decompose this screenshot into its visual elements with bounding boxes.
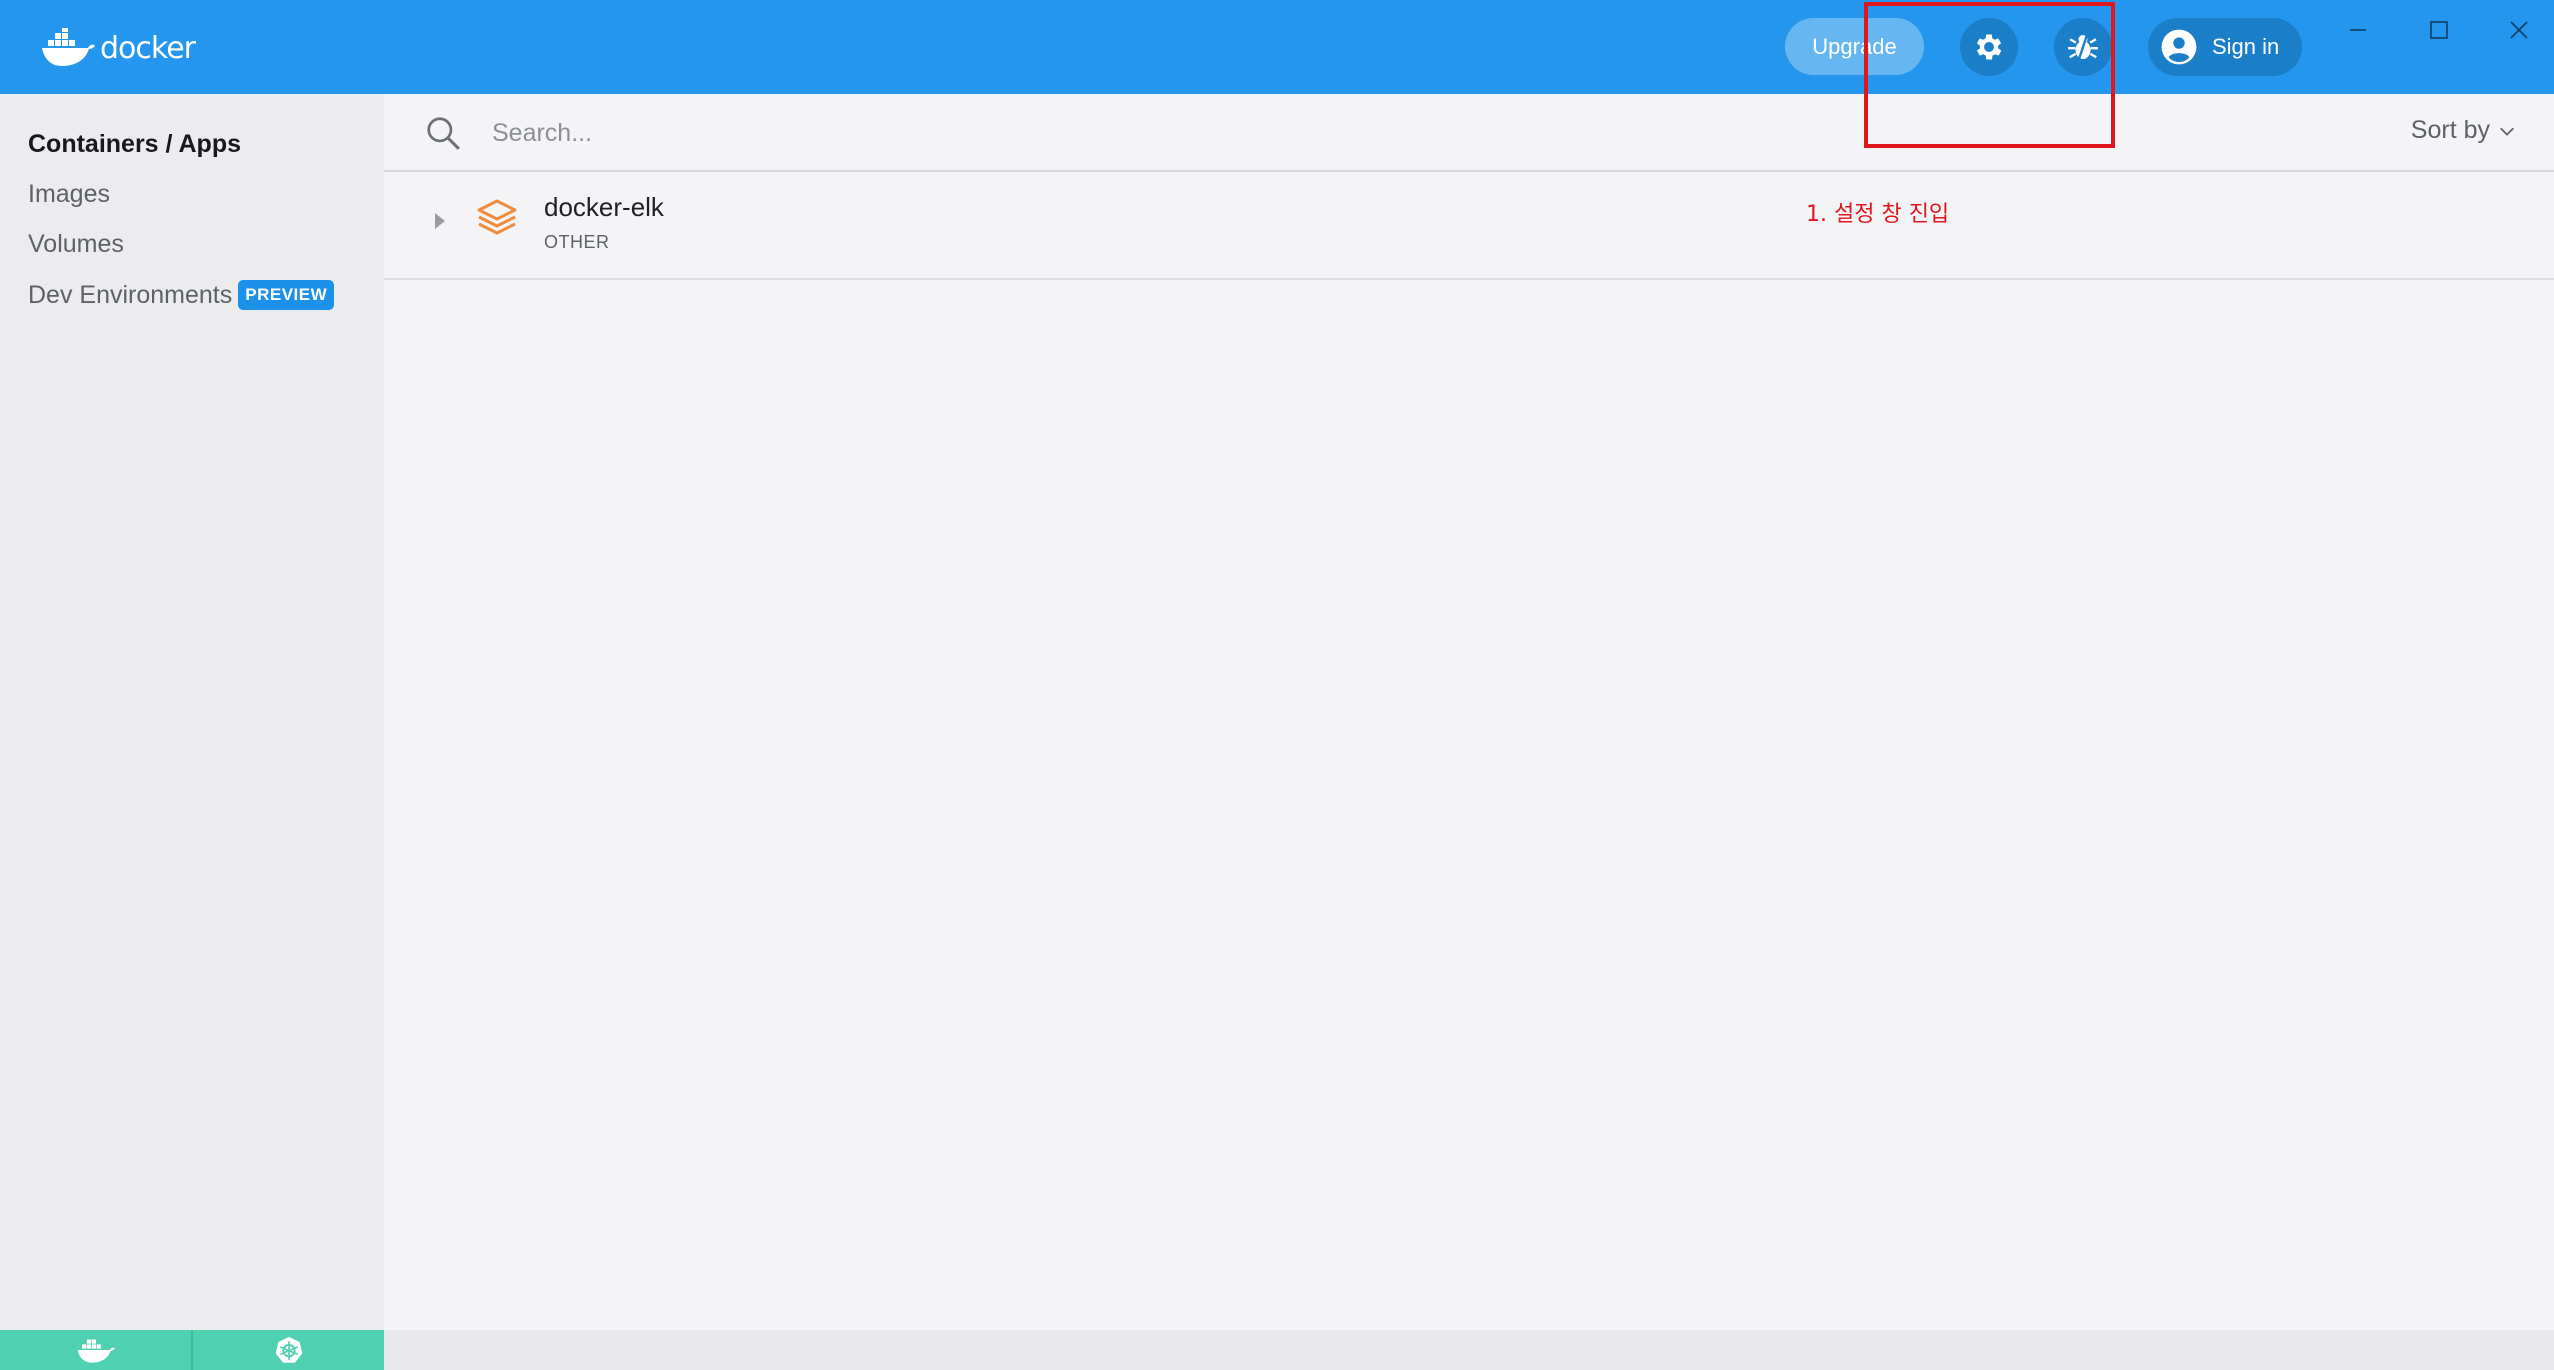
docker-logo: docker	[40, 24, 196, 72]
minimize-button[interactable]	[2334, 10, 2382, 50]
user-avatar-icon	[2161, 29, 2197, 65]
search-icon	[427, 117, 460, 150]
container-row[interactable]: docker-elk OTHER	[384, 172, 2554, 280]
container-type: OTHER	[544, 232, 610, 252]
search-input[interactable]	[490, 110, 1694, 156]
sidebar-item-containers-apps[interactable]: Containers / Apps	[28, 130, 241, 159]
docker-desktop-window: docker Upgrade Sign in Containers / Apps…	[0, 0, 2554, 1370]
main-content: Sort by docker-elk OTHER	[384, 94, 2554, 1330]
maximize-button[interactable]	[2415, 10, 2463, 50]
minimize-icon	[2350, 29, 2366, 31]
sidebar: Containers / Apps Images Volumes Dev Env…	[0, 94, 384, 1330]
container-name: docker-elk	[544, 192, 664, 222]
sidebar-item-label: Images	[28, 180, 110, 208]
sidebar-item-label: Containers / Apps	[28, 130, 241, 158]
title-bar: docker Upgrade Sign in	[0, 0, 2554, 94]
expand-caret-icon[interactable]	[432, 210, 448, 232]
sidebar-item-volumes[interactable]: Volumes	[28, 230, 124, 259]
footer-bar	[384, 1330, 2554, 1370]
sidebar-item-label: Dev Environments	[28, 280, 233, 309]
annotation-text: 1. 설정 창 진입	[1806, 202, 1950, 227]
status-bar	[0, 1330, 384, 1370]
sidebar-item-images[interactable]: Images	[28, 180, 110, 209]
search-bar: Sort by	[384, 94, 2554, 172]
upgrade-button[interactable]: Upgrade	[1785, 18, 1924, 75]
settings-button[interactable]	[1960, 18, 2018, 76]
whale-icon	[77, 1339, 115, 1363]
sort-by-dropdown[interactable]: Sort by	[2411, 116, 2516, 145]
sort-by-label: Sort by	[2410, 116, 2490, 144]
whale-logo-icon	[42, 28, 95, 66]
close-icon	[2510, 21, 2528, 39]
logo-text: docker	[100, 30, 196, 66]
bug-icon	[2068, 33, 2098, 61]
chevron-down-icon	[2500, 127, 2514, 136]
gear-icon	[1976, 34, 2002, 60]
kubernetes-icon	[275, 1336, 302, 1363]
sign-in-label: Sign in	[2212, 34, 2280, 59]
docker-engine-status[interactable]	[0, 1330, 191, 1370]
preview-badge: PREVIEW	[238, 280, 335, 310]
close-window-button[interactable]	[2495, 10, 2543, 50]
sidebar-item-label: Volumes	[28, 230, 124, 258]
maximize-icon	[2430, 21, 2448, 39]
sign-in-button[interactable]: Sign in	[2148, 18, 2302, 76]
sidebar-item-dev-environments[interactable]: Dev Environments PREVIEW	[28, 280, 335, 310]
troubleshoot-button[interactable]	[2054, 18, 2112, 76]
kubernetes-status[interactable]	[191, 1330, 384, 1370]
stack-icon	[477, 199, 517, 235]
